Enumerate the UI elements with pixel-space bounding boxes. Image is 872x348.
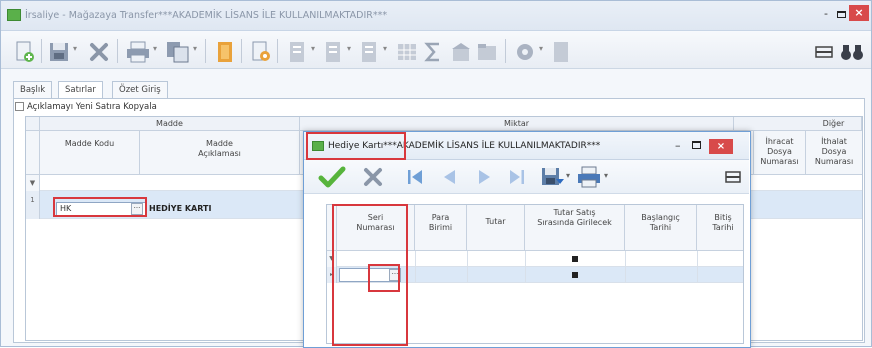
tab-baslik[interactable]: Başlık xyxy=(13,81,53,99)
delete-icon[interactable] xyxy=(87,40,111,62)
dropdown-arrow-icon[interactable]: ▾ xyxy=(604,171,608,180)
new-document-icon[interactable] xyxy=(13,40,37,62)
save-check-icon[interactable] xyxy=(318,165,346,189)
minimize-button[interactable]: - xyxy=(819,8,833,21)
dropdown-arrow-icon[interactable]: ▾ xyxy=(311,44,319,56)
column-ihracat[interactable]: İhracat Dosya Numarası xyxy=(754,131,806,175)
dropdown-arrow-icon[interactable]: ▾ xyxy=(383,44,391,56)
dialog-toolbar: ▾ ▾ xyxy=(304,160,749,194)
building-icon[interactable] xyxy=(449,40,473,62)
sum-icon[interactable] xyxy=(421,40,445,62)
app-icon xyxy=(7,9,21,21)
last-record-icon[interactable] xyxy=(508,168,526,186)
maximize-icon xyxy=(836,11,846,18)
column-divider xyxy=(467,251,468,283)
main-toolbar: ▾ ▾ ▾ ▾ ▾ ▾ ▾ xyxy=(1,31,871,69)
grid-icon[interactable] xyxy=(395,40,419,62)
gear-icon[interactable] xyxy=(513,40,537,62)
column-divider xyxy=(697,251,698,283)
cancel-x-icon[interactable] xyxy=(362,166,384,188)
toolbar-separator xyxy=(241,39,242,63)
list-icon[interactable] xyxy=(323,40,343,62)
report-icon[interactable] xyxy=(551,40,571,62)
binoculars-icon[interactable] xyxy=(839,40,865,62)
document-gear-icon[interactable] xyxy=(249,40,273,62)
column-bitis-tarihi[interactable]: Bitiş Tarihi xyxy=(697,205,743,251)
column-madde-aciklamasi[interactable]: Madde Açıklaması xyxy=(140,131,300,175)
column-baslangic-tarihi[interactable]: Başlangıç Tarihi xyxy=(625,205,697,251)
highlight-dialog-title xyxy=(306,132,406,160)
highlight-lookup-button xyxy=(368,264,400,292)
grid-band-blank xyxy=(26,117,40,131)
dropdown-arrow-icon[interactable]: ▾ xyxy=(347,44,355,56)
row-indicator: 1 xyxy=(26,191,40,219)
column-para-birimi[interactable]: Para Birimi xyxy=(415,205,467,251)
main-window: İrsaliye - Mağazaya Transfer***AKADEMİK … xyxy=(0,0,872,348)
close-button[interactable]: × xyxy=(849,5,869,21)
column-madde-kodu[interactable]: Madde Kodu xyxy=(40,131,140,175)
window-titlebar: İrsaliye - Mağazaya Transfer***AKADEMİK … xyxy=(1,1,871,31)
madde-aciklamasi-cell: HEDİYE KARTI xyxy=(149,204,212,213)
row-indicator-header xyxy=(26,131,40,175)
column-divider xyxy=(525,251,526,283)
column-tutar[interactable]: Tutar xyxy=(467,205,525,251)
folder-icon[interactable] xyxy=(475,40,499,62)
toolbar-separator xyxy=(41,39,42,63)
list-icon[interactable] xyxy=(359,40,379,62)
layout-icon[interactable] xyxy=(724,169,742,185)
previous-record-icon[interactable] xyxy=(440,168,458,186)
checkbox-icon[interactable] xyxy=(572,272,578,278)
column-divider xyxy=(625,251,626,283)
dropdown-arrow-icon[interactable]: ▾ xyxy=(566,171,570,180)
dialog-minimize-button[interactable]: – xyxy=(675,139,681,152)
column-divider xyxy=(415,251,416,283)
row-indicator: ▼ xyxy=(26,175,40,191)
dropdown-arrow-icon[interactable]: ▾ xyxy=(73,44,81,56)
dropdown-arrow-icon[interactable]: ▾ xyxy=(539,44,547,56)
list-icon[interactable] xyxy=(287,40,307,62)
first-record-icon[interactable] xyxy=(406,168,424,186)
toolbar-separator xyxy=(505,39,506,63)
highlight-madde-kodu xyxy=(53,197,147,217)
layout-icon[interactable] xyxy=(813,40,835,62)
copy-description-option[interactable]: Açıklamayı Yeni Satıra Kopyala xyxy=(15,102,157,116)
gift-card-dialog: Hediye Kartı***AKADEMİK LİSANS İLE KULLA… xyxy=(303,131,751,348)
dropdown-arrow-icon[interactable]: ▾ xyxy=(193,44,201,56)
copy-document-icon[interactable] xyxy=(165,40,191,63)
band-diger: Diğer xyxy=(806,117,862,131)
copy-description-label: Açıklamayı Yeni Satıra Kopyala xyxy=(27,102,157,112)
toolbar-separator xyxy=(117,39,118,63)
toolbar-separator xyxy=(277,39,278,63)
stack-icon[interactable] xyxy=(213,40,237,62)
checkbox-icon[interactable] xyxy=(572,256,578,262)
band-madde: Madde xyxy=(40,117,300,131)
column-ithalat[interactable]: İthalat Dosya Numarası xyxy=(806,131,862,175)
next-record-icon[interactable] xyxy=(476,168,494,186)
window-title: İrsaliye - Mağazaya Transfer***AKADEMİK … xyxy=(25,10,388,21)
maximize-button[interactable] xyxy=(833,7,849,21)
dialog-close-button[interactable]: × xyxy=(709,139,733,154)
print-icon[interactable] xyxy=(576,165,602,189)
band-blank xyxy=(734,117,806,131)
band-miktar: Miktar xyxy=(300,117,734,131)
dialog-maximize-button[interactable] xyxy=(692,141,701,149)
toolbar-separator xyxy=(205,39,206,63)
dropdown-arrow-icon[interactable]: ▾ xyxy=(153,44,161,56)
column-tutar-satis[interactable]: Tutar Satış Sırasında Girilecek xyxy=(525,205,625,251)
save-icon[interactable] xyxy=(47,40,71,62)
tab-ozet-giris[interactable]: Özet Giriş xyxy=(112,81,168,99)
copy-description-checkbox[interactable] xyxy=(15,102,24,111)
save-options-icon[interactable] xyxy=(540,165,566,189)
print-icon[interactable] xyxy=(125,40,151,63)
